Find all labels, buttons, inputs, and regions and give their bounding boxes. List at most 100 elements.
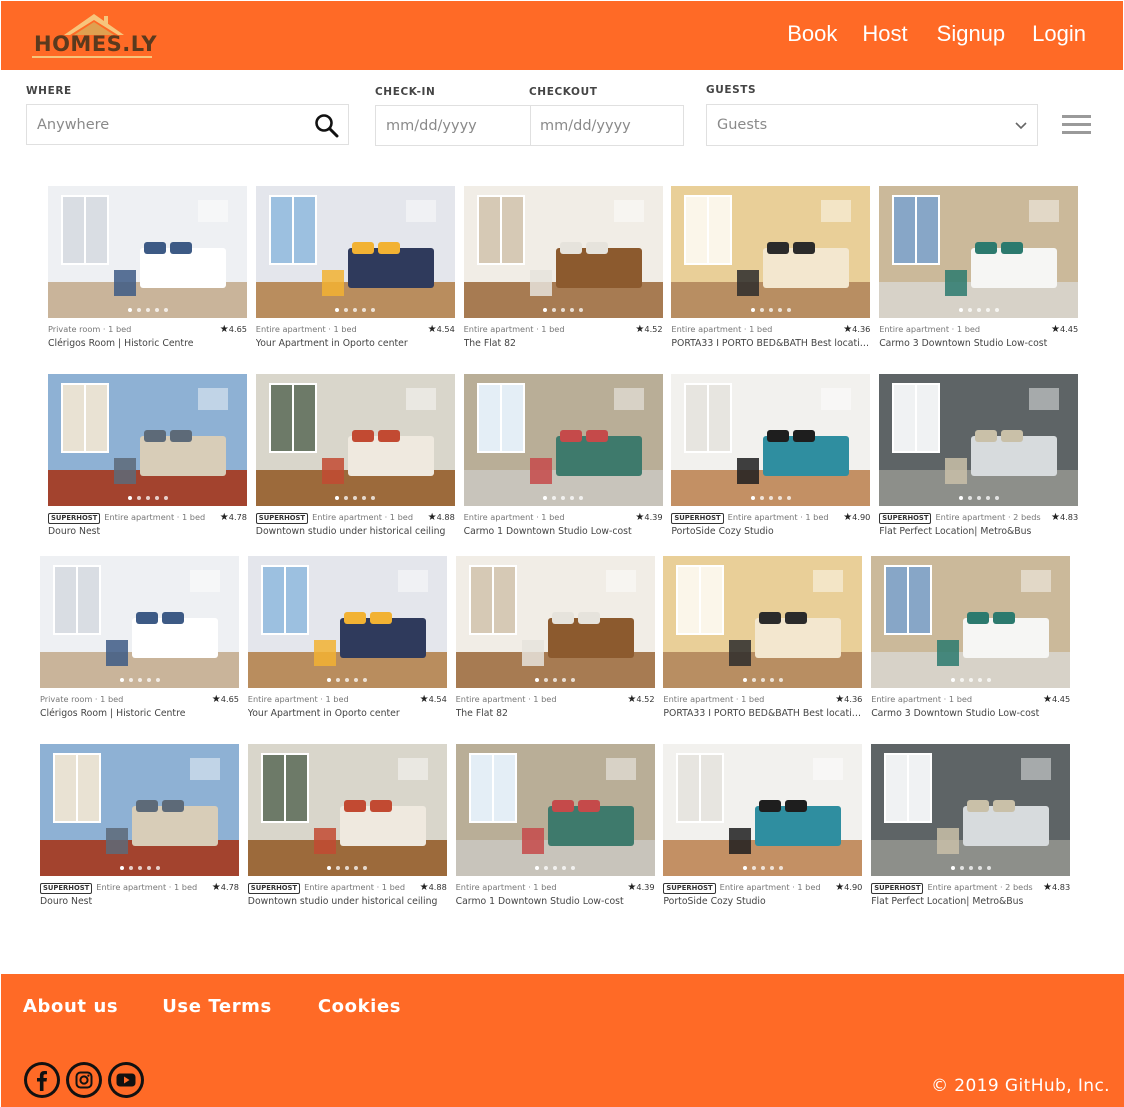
- carousel-dots[interactable]: [48, 496, 247, 500]
- listing-meta: Entire apartment · 1 bed ★4.52: [456, 694, 655, 708]
- listing-name[interactable]: Flat Perfect Location| Metro&Bus: [871, 896, 1070, 907]
- carousel-dots[interactable]: [871, 678, 1070, 682]
- listing-photo[interactable]: [48, 186, 247, 318]
- carousel-dots[interactable]: [48, 308, 247, 312]
- listing-photo[interactable]: [671, 186, 871, 318]
- listing-card[interactable]: Entire apartment · 1 bed ★4.36 PORTA33 I…: [663, 556, 863, 719]
- where-input[interactable]: Anywhere: [26, 104, 349, 145]
- listing-name[interactable]: Carmo 3 Downtown Studio Low-cost: [871, 708, 1070, 719]
- carousel-dots[interactable]: [671, 308, 870, 312]
- listing-card[interactable]: SUPERHOST Entire apartment · 2 beds ★4.83…: [879, 374, 1079, 537]
- listing-name[interactable]: PortoSide Cozy Studio: [663, 896, 862, 907]
- listing-name[interactable]: Carmo 3 Downtown Studio Low-cost: [879, 338, 1078, 349]
- listing-card[interactable]: Entire apartment · 1 bed ★4.54 Your Apar…: [247, 556, 447, 719]
- carousel-dots[interactable]: [456, 866, 655, 870]
- listing-photo[interactable]: [40, 744, 239, 876]
- listing-card[interactable]: Entire apartment · 1 bed ★4.39 Carmo 1 D…: [463, 374, 663, 537]
- carousel-dots[interactable]: [663, 678, 862, 682]
- superhost-badge: SUPERHOST: [255, 513, 309, 524]
- listing-photo[interactable]: [40, 556, 239, 688]
- footer-about-us[interactable]: About us: [23, 996, 118, 1017]
- listing-name[interactable]: Flat Perfect Location| Metro&Bus: [879, 526, 1078, 537]
- listing-photo[interactable]: [247, 556, 447, 688]
- listing-card[interactable]: SUPERHOST Entire apartment · 2 beds ★4.83…: [871, 744, 1071, 907]
- listing-name[interactable]: Carmo 1 Downtown Studio Low-cost: [464, 526, 663, 537]
- carousel-dots[interactable]: [256, 496, 455, 500]
- checkin-input[interactable]: mm/dd/yyyy: [376, 106, 530, 145]
- carousel-dots[interactable]: [871, 866, 1070, 870]
- listing-name[interactable]: The Flat 82: [456, 708, 655, 719]
- listing-card[interactable]: Entire apartment · 1 bed ★4.52 The Flat …: [463, 186, 663, 349]
- listing-photo[interactable]: [455, 744, 655, 876]
- listing-card[interactable]: SUPERHOST Entire apartment · 1 bed ★4.88 …: [247, 744, 447, 907]
- listing-photo[interactable]: [663, 744, 863, 876]
- listing-photo[interactable]: [463, 374, 663, 506]
- carousel-dots[interactable]: [464, 496, 663, 500]
- menu-icon[interactable]: [1062, 115, 1092, 137]
- listing-name[interactable]: Clérigos Room | Historic Centre: [40, 708, 239, 719]
- facebook-icon[interactable]: [24, 1062, 60, 1098]
- listing-card[interactable]: SUPERHOST Entire apartment · 1 bed ★4.90 …: [663, 744, 863, 907]
- listing-card[interactable]: Entire apartment · 1 bed ★4.45 Carmo 3 D…: [879, 186, 1079, 349]
- listing-card[interactable]: SUPERHOST Entire apartment · 1 bed ★4.88 …: [255, 374, 455, 537]
- listing-photo[interactable]: [255, 374, 455, 506]
- listing-photo[interactable]: [879, 374, 1079, 506]
- listing-card[interactable]: Entire apartment · 1 bed ★4.45 Carmo 3 D…: [871, 556, 1071, 719]
- listing-photo[interactable]: [663, 556, 863, 688]
- listing-card[interactable]: Entire apartment · 1 bed ★4.54 Your Apar…: [255, 186, 455, 349]
- listing-name[interactable]: PORTA33 I PORTO BED&BATH Best location..…: [663, 708, 862, 719]
- search-icon[interactable]: [314, 113, 340, 139]
- listing-photo[interactable]: [48, 374, 247, 506]
- nav-host[interactable]: Host: [862, 21, 907, 47]
- listing-card[interactable]: SUPERHOST Entire apartment · 1 bed ★4.78 …: [40, 744, 239, 907]
- carousel-dots[interactable]: [879, 308, 1078, 312]
- listing-photo[interactable]: [871, 744, 1071, 876]
- star-icon: ★: [211, 694, 221, 705]
- listing-card[interactable]: Entire apartment · 1 bed ★4.39 Carmo 1 D…: [455, 744, 655, 907]
- footer-cookies[interactable]: Cookies: [318, 996, 401, 1017]
- listing-card[interactable]: SUPERHOST Entire apartment · 1 bed ★4.78 …: [48, 374, 247, 537]
- listing-photo[interactable]: [879, 186, 1079, 318]
- nav-login[interactable]: Login: [1032, 21, 1086, 47]
- checkout-input[interactable]: mm/dd/yyyy: [531, 106, 685, 145]
- listing-name[interactable]: Clérigos Room | Historic Centre: [48, 338, 247, 349]
- listing-name[interactable]: Douro Nest: [48, 526, 247, 537]
- listing-name[interactable]: Douro Nest: [40, 896, 239, 907]
- listing-card[interactable]: SUPERHOST Entire apartment · 1 bed ★4.90 …: [671, 374, 871, 537]
- listing-card[interactable]: Entire apartment · 1 bed ★4.36 PORTA33 I…: [671, 186, 871, 349]
- listing-photo[interactable]: [255, 186, 455, 318]
- carousel-dots[interactable]: [879, 496, 1078, 500]
- youtube-icon[interactable]: [108, 1062, 144, 1098]
- homesly-logo[interactable]: HOMES.LY: [32, 11, 157, 61]
- listing-name[interactable]: PortoSide Cozy Studio: [671, 526, 870, 537]
- carousel-dots[interactable]: [248, 866, 447, 870]
- listing-name[interactable]: Carmo 1 Downtown Studio Low-cost: [456, 896, 655, 907]
- listing-photo[interactable]: [463, 186, 663, 318]
- carousel-dots[interactable]: [456, 678, 655, 682]
- listing-photo[interactable]: [871, 556, 1071, 688]
- listing-card[interactable]: Private room · 1 bed ★4.65 Clérigos Room…: [40, 556, 239, 719]
- guests-select[interactable]: Guests: [706, 104, 1038, 146]
- listing-photo[interactable]: [671, 374, 871, 506]
- carousel-dots[interactable]: [663, 866, 862, 870]
- listing-photo[interactable]: [455, 556, 655, 688]
- carousel-dots[interactable]: [256, 308, 455, 312]
- carousel-dots[interactable]: [40, 866, 239, 870]
- nav-book[interactable]: Book: [787, 21, 837, 47]
- listing-photo[interactable]: [247, 744, 447, 876]
- instagram-icon[interactable]: [66, 1062, 102, 1098]
- footer-use-terms[interactable]: Use Terms: [162, 996, 272, 1017]
- nav-signup[interactable]: Signup: [937, 21, 1006, 47]
- listing-card[interactable]: Private room · 1 bed ★4.65 Clérigos Room…: [48, 186, 247, 349]
- listing-name[interactable]: Downtown studio under historical ceiling: [256, 526, 455, 537]
- listing-name[interactable]: The Flat 82: [464, 338, 663, 349]
- carousel-dots[interactable]: [671, 496, 870, 500]
- carousel-dots[interactable]: [40, 678, 239, 682]
- listing-name[interactable]: Downtown studio under historical ceiling: [248, 896, 447, 907]
- listing-name[interactable]: Your Apartment in Oporto center: [256, 338, 455, 349]
- listing-name[interactable]: Your Apartment in Oporto center: [248, 708, 447, 719]
- carousel-dots[interactable]: [248, 678, 447, 682]
- listing-name[interactable]: PORTA33 I PORTO BED&BATH Best location..…: [671, 338, 870, 349]
- carousel-dots[interactable]: [464, 308, 663, 312]
- listing-card[interactable]: Entire apartment · 1 bed ★4.52 The Flat …: [455, 556, 655, 719]
